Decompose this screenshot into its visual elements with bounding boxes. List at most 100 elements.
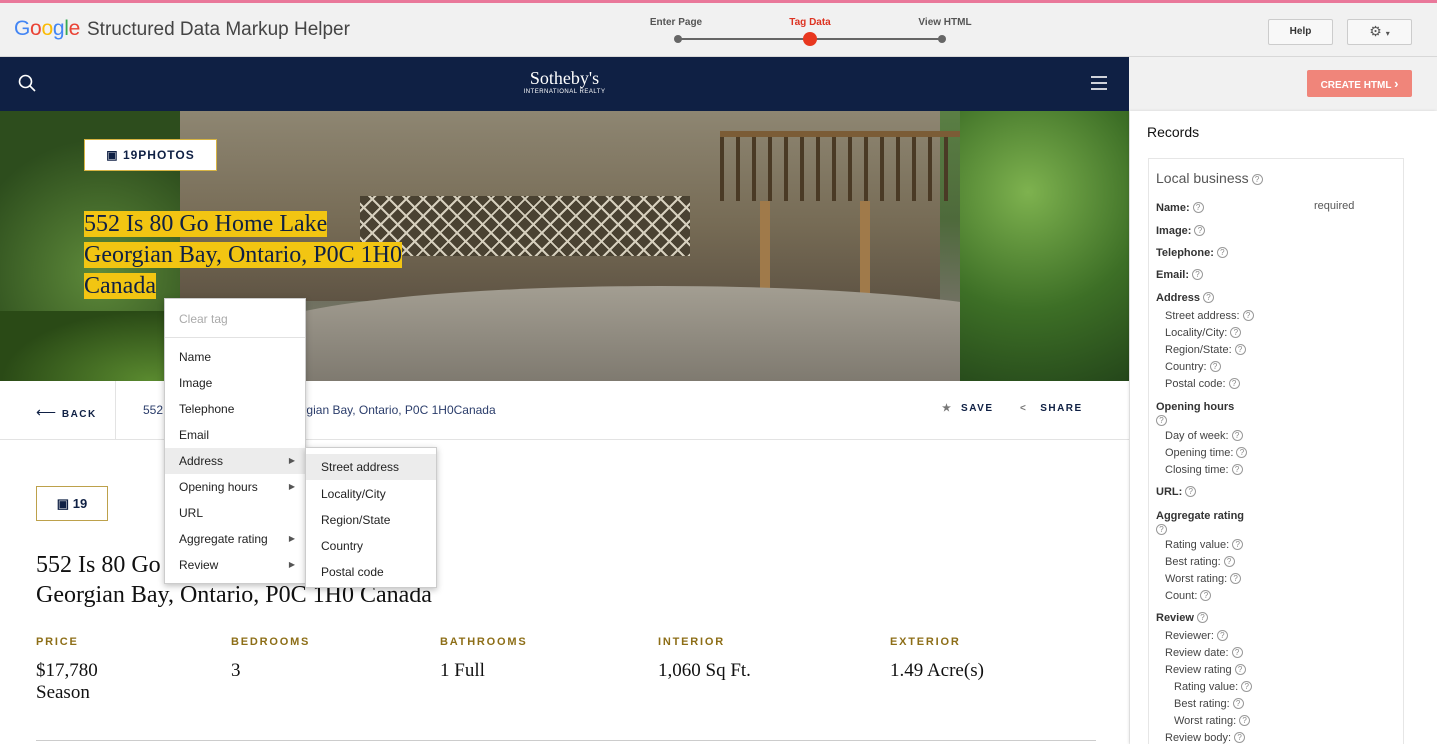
submenu-arrow-icon: ▶	[288, 560, 295, 569]
local-business-title: Local business?	[1156, 170, 1263, 186]
records-title: Records	[1147, 124, 1200, 140]
step-dot-enter-page	[674, 35, 682, 43]
fact-price: PRICE $17,780 Season	[36, 636, 98, 703]
top-bar: Google Structured Data Markup Helper Ent…	[0, 0, 1437, 57]
field-locality: Locality/City:?	[1165, 327, 1242, 339]
field-review-rating: Review rating?	[1165, 664, 1246, 676]
trees-right	[960, 111, 1129, 381]
help-icon[interactable]: ?	[1232, 539, 1244, 550]
address-submenu: Street address Locality/City Region/Stat…	[305, 447, 437, 588]
step-enter-page[interactable]: Enter Page	[650, 17, 702, 28]
submenu-item-street-address[interactable]: Street address	[306, 454, 436, 480]
photos-count-button[interactable]: ▣ 19	[36, 486, 108, 521]
help-icon[interactable]: ?	[1251, 174, 1263, 185]
menu-item-telephone[interactable]: Telephone	[165, 396, 305, 422]
field-review-rating-value: Rating value:?	[1174, 681, 1253, 693]
submenu-item-locality[interactable]: Locality/City	[306, 481, 436, 507]
menu-item-name[interactable]: Name	[165, 344, 305, 370]
menu-item-clear-tag[interactable]: Clear tag	[165, 306, 305, 332]
submenu-item-postal-code[interactable]: Postal code	[306, 559, 436, 585]
field-postal-code: Postal code:?	[1165, 378, 1240, 390]
field-street-address: Street address:?	[1165, 310, 1254, 322]
star-icon: ★	[942, 403, 953, 414]
help-icon[interactable]: ?	[1231, 430, 1243, 441]
field-review: Review?	[1156, 612, 1208, 624]
help-icon[interactable]: ?	[1209, 361, 1221, 372]
arrow-left-icon: ⟵	[36, 404, 58, 420]
help-icon[interactable]: ?	[1236, 447, 1248, 458]
fact-bathrooms: BATHROOMS 1 Full	[440, 636, 528, 681]
help-icon[interactable]: ?	[1153, 415, 1167, 427]
help-icon[interactable]: ?	[1185, 486, 1197, 497]
help-icon[interactable]: ?	[1231, 464, 1243, 475]
step-view-html[interactable]: View HTML	[918, 17, 971, 28]
field-country: Country:?	[1165, 361, 1221, 373]
photos-button[interactable]: ▣ 19PHOTOS	[84, 139, 217, 171]
help-icon[interactable]: ?	[1200, 590, 1212, 601]
help-icon[interactable]: ?	[1223, 556, 1235, 567]
step-progress: Enter Page Tag Data View HTML	[650, 15, 972, 55]
field-reviewer: Reviewer:?	[1165, 630, 1228, 642]
help-icon[interactable]: ?	[1242, 310, 1254, 321]
back-link[interactable]: ⟵ BACK	[36, 404, 97, 421]
help-icon[interactable]: ?	[1192, 269, 1204, 280]
listing-facts: PRICE $17,780 Season BEDROOMS 3 BATHROOMS 1…	[36, 636, 1096, 706]
field-review-best-rating: Best rating:?	[1174, 698, 1244, 710]
help-icon[interactable]: ?	[1231, 647, 1243, 658]
step-dot-tag-data	[803, 32, 817, 46]
menu-item-address[interactable]: Address ▶	[165, 448, 305, 474]
help-icon[interactable]: ?	[1194, 225, 1206, 236]
submenu-arrow-icon: ▶	[288, 456, 295, 465]
hamburger-menu-icon[interactable]	[1090, 74, 1108, 92]
required-label: required	[1314, 200, 1355, 212]
help-icon[interactable]: ?	[1239, 715, 1251, 726]
help-icon[interactable]: ?	[1234, 344, 1246, 355]
field-opening-hours: Opening hours	[1156, 401, 1235, 413]
menu-item-opening-hours[interactable]: Opening hours ▶	[165, 474, 305, 500]
share-button[interactable]: < SHARE	[1020, 403, 1083, 414]
field-best-rating: Best rating:?	[1165, 556, 1235, 568]
help-icon[interactable]: ?	[1216, 247, 1228, 258]
help-icon[interactable]: ?	[1230, 327, 1242, 338]
menu-item-image[interactable]: Image	[165, 370, 305, 396]
step-dot-view-html	[938, 35, 946, 43]
field-opening-time: Opening time:?	[1165, 447, 1248, 459]
help-icon[interactable]: ?	[1203, 292, 1215, 303]
help-icon[interactable]: ?	[1234, 664, 1246, 675]
help-icon[interactable]: ?	[1228, 378, 1240, 389]
field-review-worst-rating: Worst rating:?	[1174, 715, 1251, 727]
menu-item-aggregate-rating[interactable]: Aggregate rating ▶	[165, 526, 305, 552]
field-address: Address?	[1156, 292, 1215, 304]
google-logo: Google	[14, 17, 80, 40]
chevron-down-icon: ▾	[1385, 29, 1390, 38]
submenu-item-country[interactable]: Country	[306, 533, 436, 559]
help-icon[interactable]: ?	[1196, 612, 1208, 623]
hero-address-highlighted[interactable]: 552 Is 80 Go Home Lake Georgian Bay, Ont…	[84, 209, 402, 302]
help-icon[interactable]: ?	[1230, 573, 1242, 584]
save-button[interactable]: ★ SAVE	[942, 403, 994, 414]
field-image: Image:?	[1156, 225, 1206, 237]
sothebys-logo[interactable]: Sotheby's INTERNATIONAL REALTY	[0, 69, 1129, 95]
field-day-of-week: Day of week:?	[1165, 430, 1243, 442]
menu-item-email[interactable]: Email	[165, 422, 305, 448]
field-rating-value: Rating value:?	[1165, 539, 1244, 551]
submenu-item-region[interactable]: Region/State	[306, 507, 436, 533]
field-closing-time: Closing time:?	[1165, 464, 1243, 476]
create-html-button[interactable]: CREATE HTML ›	[1307, 70, 1412, 97]
help-icon[interactable]: ?	[1216, 630, 1228, 641]
help-icon[interactable]: ?	[1153, 524, 1167, 536]
help-icon[interactable]: ?	[1241, 681, 1253, 692]
menu-item-url[interactable]: URL	[165, 500, 305, 526]
help-icon[interactable]: ?	[1234, 732, 1246, 743]
help-icon[interactable]: ?	[1192, 202, 1204, 213]
help-button[interactable]: Help	[1268, 19, 1333, 45]
help-icon[interactable]: ?	[1232, 698, 1244, 709]
settings-button[interactable]: ⚙ ▾	[1347, 19, 1412, 45]
menu-item-review[interactable]: Review ▶	[165, 552, 305, 578]
field-email: Email:?	[1156, 269, 1204, 281]
field-url: URL:?	[1156, 486, 1197, 498]
divider	[115, 381, 116, 440]
field-aggregate-rating: Aggregate rating	[1156, 510, 1245, 522]
site-navbar: Sotheby's INTERNATIONAL REALTY	[0, 57, 1129, 111]
step-tag-data[interactable]: Tag Data	[789, 17, 831, 28]
